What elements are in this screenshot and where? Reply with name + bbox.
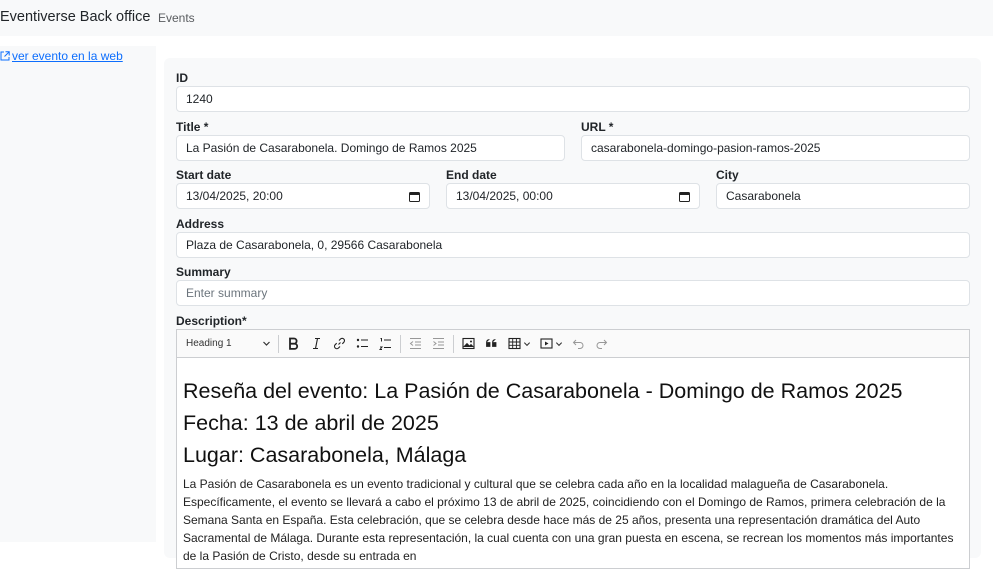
- id-field[interactable]: 1240: [176, 86, 970, 112]
- toolbar-divider: [400, 334, 401, 353]
- bulleted-list-icon: [356, 338, 368, 348]
- summary-field[interactable]: Enter summary: [176, 280, 970, 306]
- italic-icon: [313, 337, 320, 350]
- end-date-label: End date: [446, 168, 497, 182]
- description-label: Description*: [176, 314, 247, 328]
- insert-table-button[interactable]: [503, 333, 535, 355]
- table-icon: [507, 337, 521, 350]
- summary-label: Summary: [176, 265, 231, 279]
- toolbar-divider: [453, 334, 454, 353]
- start-date-field[interactable]: 13/04/2025, 20:00: [176, 183, 430, 209]
- id-label: ID: [176, 71, 188, 85]
- chevron-down-icon: [523, 341, 530, 346]
- media-icon: [539, 338, 553, 349]
- app-brand[interactable]: Eventiverse Back office: [0, 9, 150, 25]
- indent-icon: [433, 338, 444, 349]
- blockquote-icon: [486, 339, 497, 347]
- redo-button[interactable]: [590, 333, 613, 355]
- start-date-label: Start date: [176, 168, 232, 182]
- city-field[interactable]: Casarabonela: [716, 183, 970, 209]
- summary-placeholder: Enter summary: [186, 286, 268, 300]
- view-on-web-link[interactable]: ver evento en la web: [0, 49, 123, 63]
- url-field[interactable]: casarabonela-domingo-pasion-ramos-2025: [581, 135, 970, 161]
- insert-image-button[interactable]: [457, 333, 480, 355]
- content-heading: Lugar: Casarabonela, Málaga: [183, 443, 467, 467]
- toolbar-divider: [278, 334, 279, 353]
- bold-icon: [289, 337, 299, 350]
- link-button[interactable]: [328, 333, 351, 355]
- bold-button[interactable]: [282, 333, 305, 355]
- editor-content[interactable]: Reseña del evento: La Pasión de Casarabo…: [183, 375, 963, 565]
- redo-icon: [596, 339, 608, 349]
- outdent-button[interactable]: [404, 333, 427, 355]
- id-value: 1240: [186, 92, 213, 106]
- italic-button[interactable]: [305, 333, 328, 355]
- content-heading: Fecha: 13 de abril de 2025: [183, 411, 439, 435]
- blockquote-button[interactable]: [480, 333, 503, 355]
- calendar-icon[interactable]: [409, 191, 420, 202]
- chevron-down-icon: [263, 341, 270, 346]
- end-date-value: 13/04/2025, 00:00: [456, 189, 553, 203]
- top-navbar: Eventiverse Back office Events: [0, 0, 993, 36]
- bulleted-list-button[interactable]: [351, 333, 374, 355]
- address-label: Address: [176, 217, 225, 231]
- address-field[interactable]: Plaza de Casarabonela, 0, 29566 Casarabo…: [176, 232, 970, 258]
- numbered-list-button[interactable]: [374, 333, 397, 355]
- heading-dropdown[interactable]: Heading 1: [183, 333, 275, 355]
- url-value: casarabonela-domingo-pasion-ramos-2025: [591, 141, 821, 155]
- city-value: Casarabonela: [726, 189, 801, 203]
- title-field[interactable]: La Pasión de Casarabonela. Domingo de Ra…: [176, 135, 565, 161]
- undo-icon: [572, 339, 584, 349]
- undo-button[interactable]: [567, 333, 590, 355]
- external-link-icon: [0, 51, 10, 61]
- editor-toolbar: Heading 1: [177, 330, 969, 358]
- insert-media-button[interactable]: [535, 333, 567, 355]
- content-paragraph: La Pasión de Casarabonela es un evento t…: [183, 477, 954, 563]
- heading-dropdown-label: Heading 1: [186, 338, 232, 349]
- link-icon: [334, 337, 345, 350]
- content-heading: Reseña del evento: La Pasión de Casarabo…: [183, 379, 903, 403]
- title-label: Title *: [176, 120, 209, 134]
- url-label: URL *: [581, 120, 614, 134]
- chevron-down-icon: [555, 341, 562, 346]
- view-on-web-label: ver evento en la web: [12, 49, 123, 63]
- end-date-field[interactable]: 13/04/2025, 00:00: [446, 183, 700, 209]
- image-icon: [462, 337, 475, 350]
- indent-button[interactable]: [427, 333, 450, 355]
- numbered-list-icon: [379, 338, 391, 350]
- nav-link-events[interactable]: Events: [158, 11, 195, 25]
- start-date-value: 13/04/2025, 20:00: [186, 189, 283, 203]
- title-value: La Pasión de Casarabonela. Domingo de Ra…: [186, 141, 477, 155]
- calendar-icon[interactable]: [679, 191, 690, 202]
- city-label: City: [716, 168, 739, 182]
- sidebar: [0, 46, 156, 542]
- outdent-icon: [409, 338, 421, 349]
- address-value: Plaza de Casarabonela, 0, 29566 Casarabo…: [186, 238, 443, 252]
